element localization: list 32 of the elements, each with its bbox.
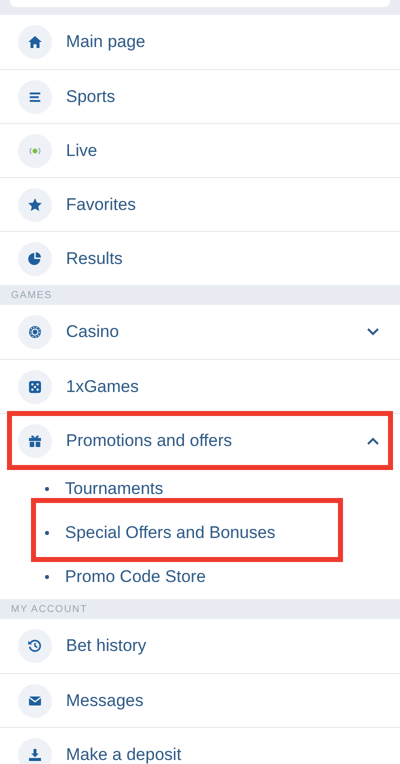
menu-label: 1xGames	[66, 376, 140, 398]
menu-label: Sports	[66, 86, 116, 108]
menu-label: Messages	[66, 690, 144, 712]
menu-item[interactable]: Make a deposit	[0, 727, 400, 764]
bullet-icon	[45, 487, 49, 491]
menu-label: Casino	[66, 321, 120, 344]
section-heading: MY ACCOUNT	[11, 602, 88, 616]
menu-label: Live	[66, 140, 98, 162]
history-icon	[26, 637, 44, 655]
section-heading: GAMES	[11, 288, 52, 302]
menu-item[interactable]: Casino	[0, 305, 400, 359]
home-icon	[26, 33, 44, 51]
chip-icon	[26, 323, 44, 341]
pie-chart-icon	[26, 250, 44, 268]
submenu-link[interactable]: Tournaments	[65, 476, 164, 502]
bullet-icon	[45, 575, 49, 579]
bullet-icon	[45, 531, 49, 535]
menu-item[interactable]: Main page	[0, 15, 400, 69]
menu-label: Make a deposit	[66, 744, 182, 764]
menu-item[interactable]: 1xGames	[0, 359, 400, 413]
menu-item[interactable]: Messages	[0, 673, 400, 727]
menu-label: Favorites	[66, 194, 137, 216]
menu-item[interactable]: Results	[0, 231, 400, 285]
menu-item[interactable]: Promotions and offers	[0, 413, 400, 467]
menu-label: Results	[66, 248, 124, 270]
menu-item[interactable]: Bet history	[0, 619, 400, 673]
menu-label: Bet history	[66, 635, 148, 658]
menu-label: Promotions and offers	[66, 430, 233, 452]
menu-label: Main page	[66, 31, 146, 54]
menu-item[interactable]: Favorites	[0, 177, 400, 231]
menu-item[interactable]: Live	[0, 123, 400, 177]
menu-item[interactable]: Sports	[0, 69, 400, 123]
